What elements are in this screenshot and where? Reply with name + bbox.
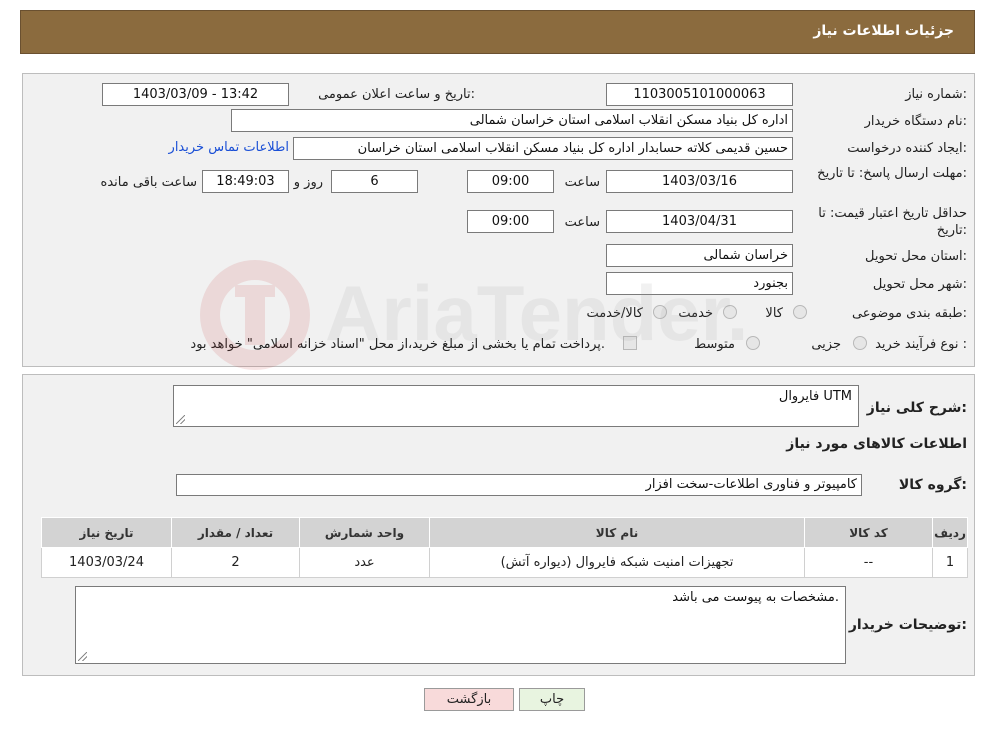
process-minor-radio[interactable] (853, 336, 867, 350)
cell-code: -- (804, 547, 933, 578)
group-label: گروه کالا: (898, 477, 967, 493)
process-label: نوع فرآیند خرید : (875, 337, 967, 352)
cell-row: 1 (932, 547, 968, 578)
table-row: 1 -- تجهیزات امنیت شبکه فایروال (دیواره … (41, 547, 968, 578)
category-goods-label: کالا (765, 306, 783, 321)
process-minor-label: جزیی (811, 337, 841, 352)
category-service-label: خدمت (678, 306, 713, 321)
announce-label: تاریخ و ساعت اعلان عمومی: (318, 87, 475, 102)
province-label: استان محل تحویل: (865, 249, 967, 264)
category-goods-service-label: کالا/خدمت (586, 306, 643, 321)
buyer-notes-textarea[interactable]: مشخصات به پیوست می باشد. (75, 586, 846, 664)
summary-textarea[interactable]: فایروال UTM (173, 385, 859, 427)
city-field[interactable]: بجنورد (606, 272, 793, 295)
process-medium-radio[interactable] (746, 336, 760, 350)
col-qty: تعداد / مقدار (171, 517, 300, 548)
category-label: طبقه بندی موضوعی: (851, 306, 967, 321)
validity-time-field[interactable]: 09:00 (467, 210, 554, 233)
deadline-time-field[interactable]: 09:00 (467, 170, 554, 193)
treasury-payment-checkbox[interactable] (623, 336, 637, 350)
need-number-label: شماره نیاز: (905, 87, 967, 102)
city-label: شهر محل تحویل: (872, 277, 967, 292)
col-code: کد کالا (804, 517, 933, 548)
need-number-field[interactable]: 1103005101000063 (606, 83, 793, 106)
remaining-time-field[interactable]: 18:49:03 (202, 170, 289, 193)
summary-label: شرح کلی نیاز: (866, 400, 967, 416)
validity-time-label: ساعت (564, 215, 600, 230)
creator-field[interactable]: حسین قدیمی کلاته حسابدار اداره کل بنیاد … (293, 137, 793, 160)
buyer-org-label: نام دستگاه خریدار: (864, 114, 967, 129)
buyer-notes-text: مشخصات به پیوست می باشد. (672, 590, 839, 605)
process-medium-label: متوسط (694, 337, 735, 352)
payment-note: پرداخت تمام یا بخشی از مبلغ خرید،از محل … (190, 337, 605, 352)
resize-grip-icon[interactable] (176, 415, 185, 424)
col-name: نام کالا (429, 517, 805, 548)
cell-date: 1403/03/24 (41, 547, 172, 578)
announce-datetime-field[interactable]: 1403/03/09 - 13:42 (102, 83, 289, 106)
cell-unit: عدد (299, 547, 430, 578)
buyer-org-field[interactable]: اداره کل بنیاد مسکن انقلاب اسلامی استان … (231, 109, 793, 132)
province-field[interactable]: خراسان شمالی (606, 244, 793, 267)
deadline-time-label: ساعت (564, 175, 600, 190)
col-unit: واحد شمارش (299, 517, 430, 548)
category-goods-radio[interactable] (793, 305, 807, 319)
group-field[interactable]: کامپیوتر و فناوری اطلاعات-سخت افزار (176, 474, 862, 496)
print-button[interactable]: چاپ (519, 688, 585, 711)
cell-name: تجهیزات امنیت شبکه فایروال (دیواره آتش) (429, 547, 805, 578)
cell-qty: 2 (171, 547, 300, 578)
items-section-title: اطلاعات کالاهای مورد نیاز (786, 436, 967, 452)
validity-date-field[interactable]: 1403/04/31 (606, 210, 793, 233)
creator-label: ایجاد کننده درخواست: (847, 141, 967, 156)
buyer-contact-link[interactable]: اطلاعات تماس خریدار (169, 140, 289, 155)
summary-text: فایروال UTM (778, 389, 852, 404)
deadline-label: مهلت ارسال پاسخ: تا تاریخ: (817, 166, 967, 181)
col-row: ردیف (932, 517, 968, 548)
days-field[interactable]: 6 (331, 170, 418, 193)
back-button[interactable]: بازگشت (424, 688, 514, 711)
category-service-radio[interactable] (723, 305, 737, 319)
resize-grip-icon[interactable] (78, 652, 87, 661)
category-goods-service-radio[interactable] (653, 305, 667, 319)
col-date: تاریخ نیاز (41, 517, 172, 548)
items-table: ردیف کد کالا نام کالا واحد شمارش تعداد /… (41, 517, 968, 578)
deadline-date-field[interactable]: 1403/03/16 (606, 170, 793, 193)
days-label: روز و (293, 175, 323, 190)
buyer-notes-label: توضیحات خریدار: (848, 617, 967, 633)
page-title: جزئیات اطلاعات نیاز (813, 23, 954, 39)
remaining-label: ساعت باقی مانده (100, 175, 197, 190)
page-header: جزئیات اطلاعات نیاز (20, 10, 975, 54)
validity-label: حداقل تاریخ اعتبار قیمت: تا تاریخ: (818, 206, 967, 238)
items-table-header: ردیف کد کالا نام کالا واحد شمارش تعداد /… (41, 517, 968, 548)
